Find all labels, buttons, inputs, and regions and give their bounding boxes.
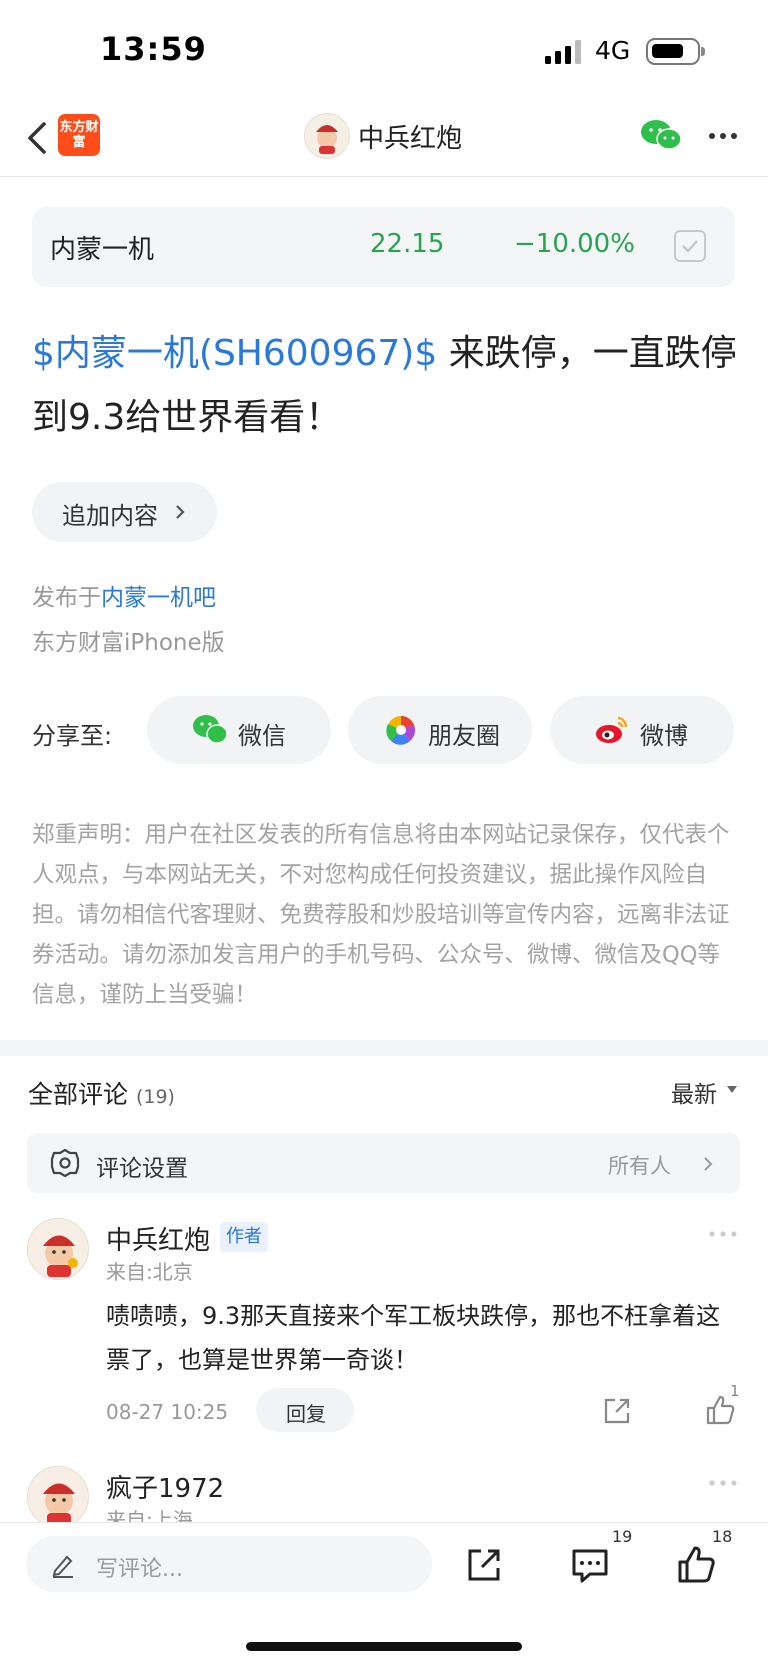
back-arrow-icon[interactable]: [24, 120, 54, 156]
comment-count-badge: 19: [612, 1527, 633, 1546]
more-options-icon[interactable]: [708, 132, 738, 140]
app-logo[interactable]: 东方财富: [58, 114, 100, 156]
comment-time: 08-27 10:25: [106, 1400, 229, 1424]
moments-icon: [386, 716, 416, 745]
comment-input-placeholder: 写评论...: [96, 1557, 183, 1582]
comment-author[interactable]: 中兵红炮: [106, 1220, 210, 1257]
share-weibo-label: 微博: [640, 722, 688, 750]
caret-down-icon: [727, 1086, 737, 1093]
published-in: 发布于内蒙一机吧: [32, 585, 216, 611]
author-badge: 作者: [220, 1222, 268, 1252]
author-avatar-icon[interactable]: [304, 113, 350, 159]
comment-text: 啧啧啧，9.3那天直接来个军工板块跌停，那也不枉拿着这票了，也算是世界第一奇谈！: [106, 1302, 721, 1374]
gear-icon: [50, 1148, 80, 1178]
avatar[interactable]: [27, 1218, 89, 1280]
wechat-icon[interactable]: [640, 118, 682, 152]
forum-link[interactable]: 内蒙一机吧: [101, 585, 216, 611]
more-options-icon[interactable]: [708, 1479, 738, 1487]
reply-label: 回复: [286, 1402, 326, 1426]
comments-title: 全部评论 (19): [28, 1080, 175, 1109]
section-divider: [0, 1040, 768, 1056]
post-source: 东方财富iPhone版: [32, 630, 225, 656]
avatar[interactable]: [27, 1466, 89, 1528]
share-wechat-label: 微信: [238, 722, 286, 750]
append-content-label: 追加内容: [62, 502, 158, 530]
share-icon[interactable]: [602, 1396, 632, 1426]
comment-bubble-icon[interactable]: [570, 1545, 610, 1585]
like-count-badge: 18: [712, 1527, 733, 1546]
comment-input[interactable]: [26, 1536, 432, 1592]
battery-icon: [646, 38, 705, 65]
home-indicator: [246, 1642, 522, 1651]
comment-settings-value: 所有人: [608, 1154, 671, 1178]
comments-count: (19): [135, 1086, 175, 1108]
share-moments-label: 朋友圈: [428, 722, 500, 750]
chevron-right-icon: [704, 1157, 713, 1171]
thumbs-up-icon[interactable]: [676, 1545, 716, 1585]
pen-icon: [52, 1555, 73, 1578]
disclaimer-text: 郑重声明：用户在社区发表的所有信息将由本网站记录保存，仅代表个人观点，与本网站无…: [32, 822, 730, 1008]
status-time: 13:59: [100, 30, 207, 68]
signal-icon: [545, 40, 581, 64]
comment-like-count: 1: [730, 1382, 740, 1400]
wechat-icon: [193, 715, 228, 744]
add-watchlist-checkbox[interactable]: [674, 230, 706, 262]
weibo-icon: [596, 716, 628, 743]
sort-dropdown[interactable]: 最新: [671, 1075, 717, 1109]
more-options-icon[interactable]: [708, 1230, 738, 1238]
stock-link[interactable]: $内蒙一机(SH600967)$: [32, 333, 437, 374]
share-icon[interactable]: [464, 1545, 504, 1585]
comment-author[interactable]: 疯子1972: [106, 1468, 224, 1505]
share-label: 分享至:: [32, 722, 113, 750]
chevron-right-icon: [176, 505, 185, 519]
stock-name: 内蒙一机: [50, 235, 155, 265]
comment-location: 来自:北京: [106, 1260, 193, 1284]
network-label: 4G: [595, 36, 631, 65]
comment-settings-label: 评论设置: [96, 1156, 188, 1182]
page-title: 中兵红炮: [358, 124, 463, 154]
stock-price: 22.15: [370, 229, 445, 259]
stock-change: −10.00%: [514, 229, 635, 259]
post-content: $内蒙一机(SH600967)$ 来跌停，一直跌停到9.3给世界看看！: [32, 322, 744, 450]
